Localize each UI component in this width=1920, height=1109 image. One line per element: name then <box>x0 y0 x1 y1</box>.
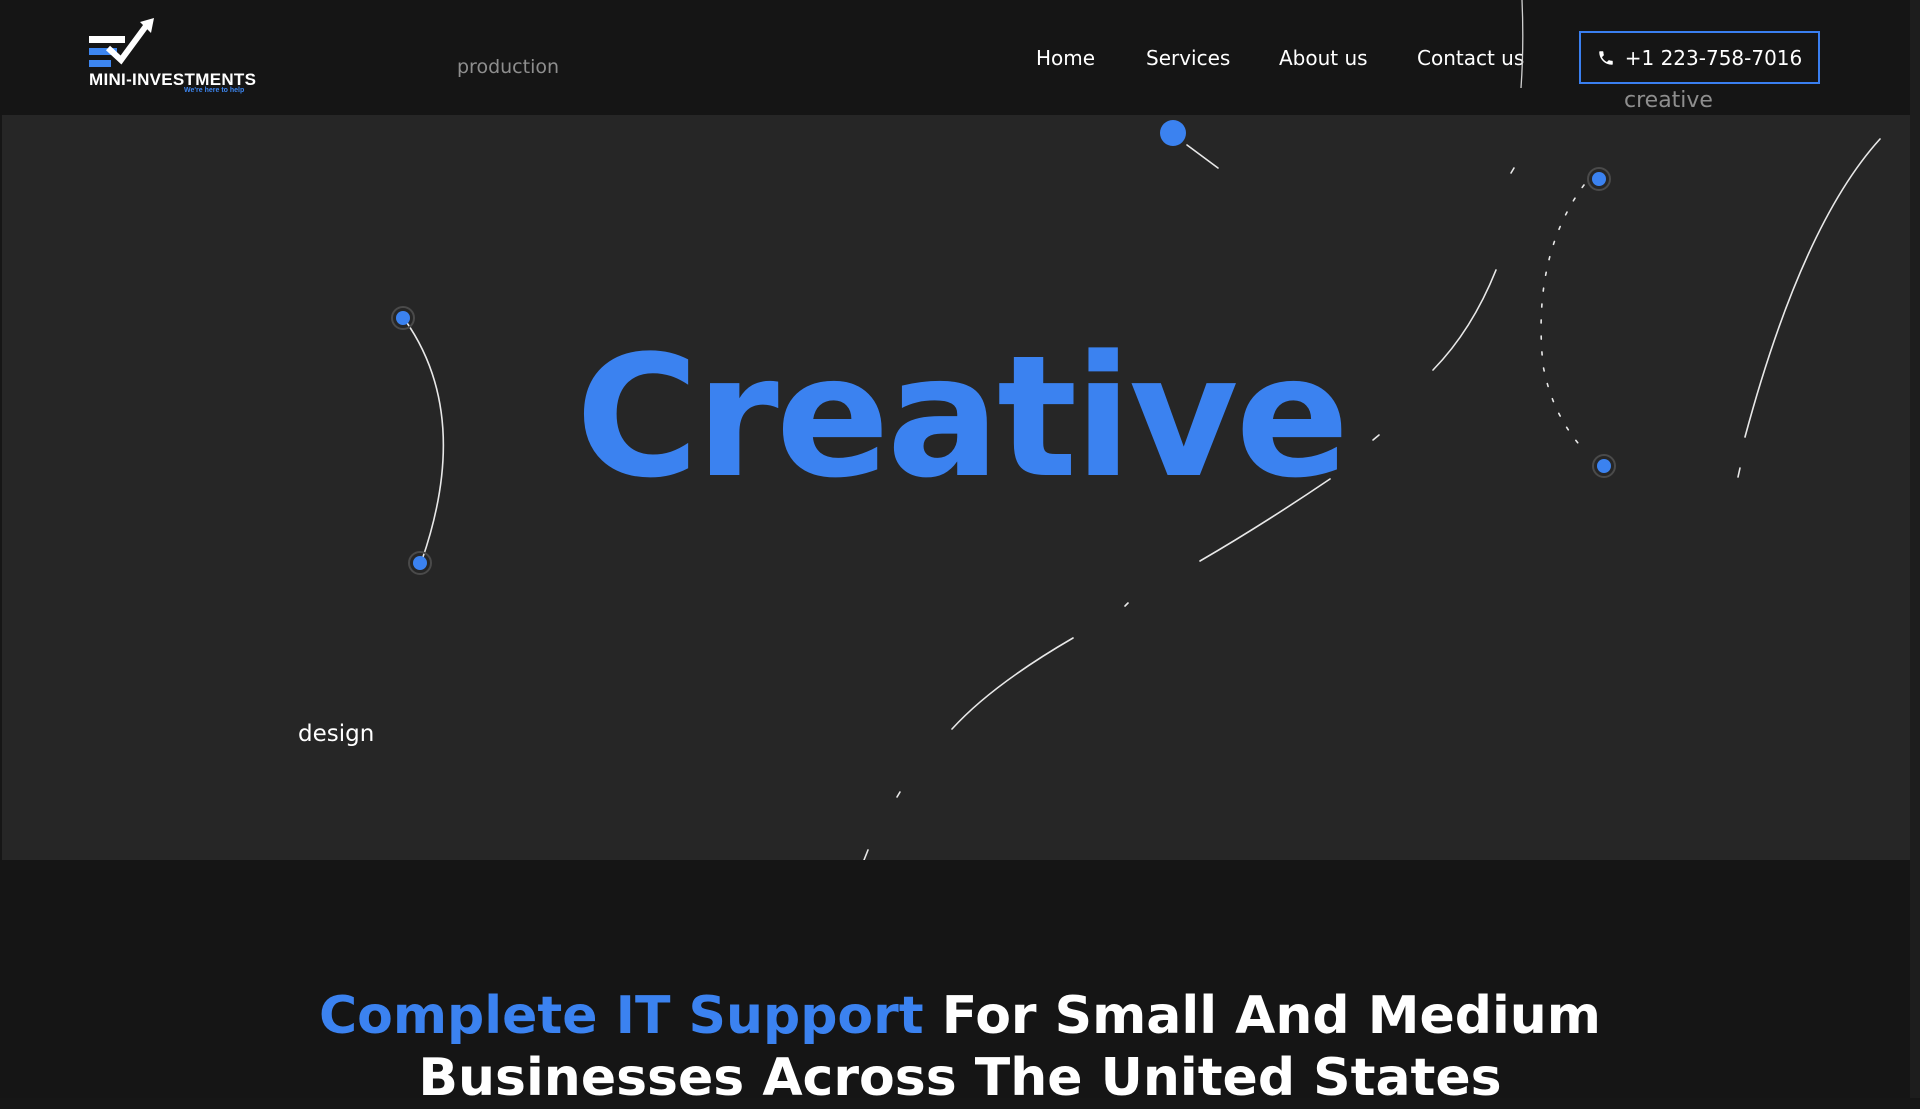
nav-services[interactable]: Services <box>1146 46 1230 70</box>
floating-word-design: design <box>298 721 375 747</box>
intro-section: Complete IT Support For Small And Medium… <box>0 860 1910 1108</box>
brand-tagline: We're here to help <box>184 87 245 94</box>
hero-section: Creative design <box>2 115 1920 860</box>
scrollbar-track[interactable] <box>1910 0 1920 1098</box>
phone-number: +1 223-758-7016 <box>1624 45 1803 70</box>
nav-about-us[interactable]: About us <box>1279 46 1368 70</box>
floating-word-production: production <box>457 56 560 78</box>
floating-word-creative: creative <box>1624 88 1713 113</box>
phone-icon <box>1598 50 1613 65</box>
nav-home[interactable]: Home <box>1036 46 1095 70</box>
headline-accent: Complete IT Support <box>318 986 924 1046</box>
nav-contact-us[interactable]: Contact us <box>1417 46 1524 70</box>
hero-node-large <box>1160 120 1186 146</box>
header-arc-line <box>1520 0 1524 89</box>
section-headline: Complete IT Support For Small And Medium… <box>0 985 1920 1109</box>
hero-title: Creative <box>575 319 1350 515</box>
chart-check-logo-icon <box>89 18 154 67</box>
brand-logo[interactable]: MINI-INVESTMENTS We're here to help <box>88 18 260 98</box>
headline-rest: For Small And Medium <box>923 986 1601 1046</box>
headline-line2: Businesses Across The United States <box>418 1048 1502 1108</box>
phone-call-button[interactable]: +1 223-758-7016 <box>1579 31 1820 84</box>
